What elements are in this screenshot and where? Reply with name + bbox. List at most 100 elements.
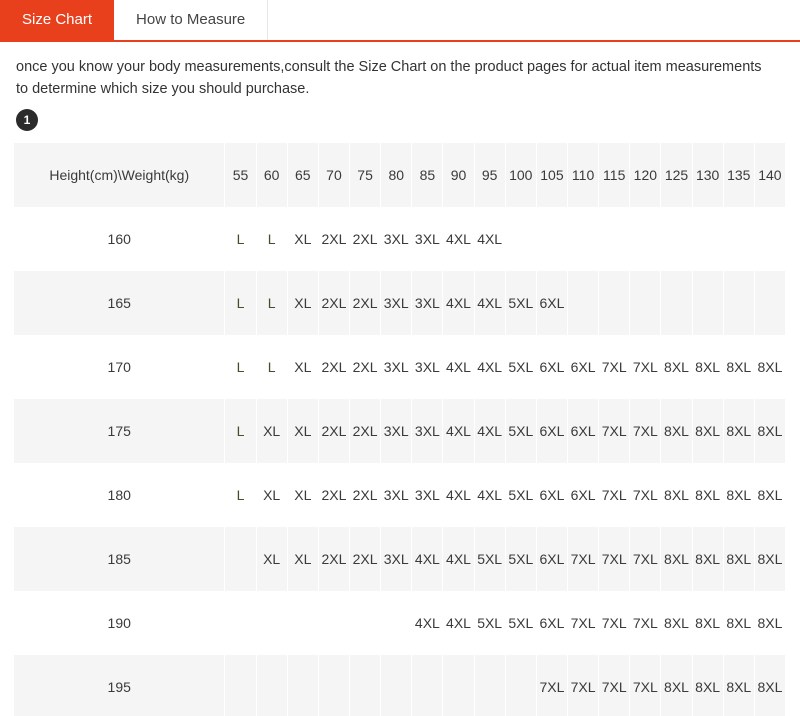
size-cell: L [224,334,257,399]
size-cell: 8XL [692,590,724,655]
size-cell [224,526,257,591]
size-cell: 3XL [380,206,413,271]
size-cell: 2XL [349,398,382,463]
size-cell: 2XL [318,462,351,527]
size-cell: 8XL [660,654,693,716]
size-cell: 5XL [505,526,537,591]
size-table-wrapper: Height(cm)\Weight(kg) 55 60 65 70 75 80 85 90 95… [14,142,787,716]
weight-column-header: 120 [629,142,662,207]
size-cell: 8XL [692,654,724,716]
size-cell [567,270,600,335]
size-cell: 4XL [474,206,506,271]
size-cell: 7XL [598,654,631,716]
height-row-header: 175 [14,398,226,463]
size-cell: 8XL [723,398,755,463]
size-chart-table: Height(cm)\Weight(kg) 55 60 65 70 75 80 85 90 95… [14,142,787,716]
size-cell: 2XL [318,206,351,271]
size-table-body: 160 L L XL 2XL 2XL 3XL 3XL 4XL 4XL 165 L L XL 2XL 2XL 3X… [14,206,787,716]
size-cell: 6XL [536,590,569,655]
size-cell [474,654,506,716]
size-cell: 4XL [442,398,475,463]
size-cell [287,654,319,716]
size-cell: 3XL [411,334,444,399]
size-cell: 6XL [567,334,600,399]
size-cell [442,654,475,716]
size-cell [380,654,413,716]
size-cell: 8XL [723,526,755,591]
size-cell: XL [256,462,288,527]
size-cell: 8XL [754,526,787,591]
weight-column-header: 110 [567,142,600,207]
size-cell: 4XL [442,526,475,591]
size-cell: 2XL [349,334,382,399]
table-row: 170 L L XL 2XL 2XL 3XL 3XL 4XL 4XL 5XL 6XL 6XL 7XL 7XL… [14,334,787,399]
size-cell: 5XL [474,526,506,591]
tab-size-chart[interactable]: Size Chart [0,0,115,40]
table-row: 160 L L XL 2XL 2XL 3XL 3XL 4XL 4XL [14,206,787,271]
size-cell: 4XL [442,206,475,271]
size-cell: 8XL [754,334,787,399]
size-cell: 7XL [629,462,662,527]
size-cell: L [256,270,288,335]
size-cell: 4XL [474,462,506,527]
size-cell: 5XL [505,590,537,655]
size-cell: 5XL [505,462,537,527]
tab-how-to-measure[interactable]: How to Measure [114,0,269,40]
size-table-head: Height(cm)\Weight(kg) 55 60 65 70 75 80 85 90 95… [14,142,787,207]
size-cell: 6XL [536,526,569,591]
size-cell: 6XL [567,462,600,527]
size-cell [629,206,662,271]
size-cell: 7XL [629,526,662,591]
size-cell: XL [287,398,319,463]
size-cell [692,270,724,335]
table-header-row: Height(cm)\Weight(kg) 55 60 65 70 75 80 85 90 95… [14,142,787,207]
weight-column-header: 115 [598,142,631,207]
weight-column-header: 85 [411,142,444,207]
size-cell: 5XL [474,590,506,655]
weight-column-header: 130 [692,142,724,207]
size-cell: XL [287,334,319,399]
size-cell [411,654,444,716]
weight-column-header: 95 [474,142,506,207]
intro-section: once you know your body measurements,con… [0,42,800,131]
corner-header: Height(cm)\Weight(kg) [14,142,226,207]
size-cell [629,270,662,335]
size-cell: 8XL [660,590,693,655]
size-cell: 7XL [598,398,631,463]
table-row: 190 4XL 4XL 5XL 5XL 6XL 7XL 7XL 7XL 8XL 8XL 8XL 8XL [14,590,787,655]
size-cell: 7XL [598,590,631,655]
weight-column-header: 105 [536,142,569,207]
size-cell: 8XL [660,526,693,591]
size-cell: 7XL [567,590,600,655]
weight-column-header: 70 [318,142,351,207]
size-cell: 4XL [411,526,444,591]
weight-column-header: 125 [660,142,693,207]
size-cell: L [224,206,257,271]
size-cell [256,590,288,655]
size-cell: 2XL [318,270,351,335]
size-cell: 7XL [598,462,631,527]
size-cell: 7XL [629,654,662,716]
size-cell: XL [287,206,319,271]
size-cell: 3XL [411,206,444,271]
size-cell: L [224,462,257,527]
size-cell: 6XL [567,398,600,463]
step-badge-1: 1 [16,108,38,131]
size-cell [660,206,693,271]
height-row-header: 170 [14,334,226,399]
size-cell: 2XL [318,334,351,399]
size-cell [349,590,382,655]
size-cell [754,206,787,271]
tab-strip: Size Chart How to Measure [0,0,800,42]
size-cell: 8XL [660,334,693,399]
size-cell: 2XL [318,398,351,463]
size-cell: 6XL [536,334,569,399]
size-cell: 3XL [380,526,413,591]
size-cell: L [256,206,288,271]
size-cell: 4XL [474,334,506,399]
size-cell: L [256,334,288,399]
weight-column-header: 80 [380,142,413,207]
size-cell: 4XL [474,398,506,463]
table-row: 180 L XL XL 2XL 2XL 3XL 3XL 4XL 4XL 5XL 6XL 6XL 7XL 7X… [14,462,787,527]
size-cell: 6XL [536,270,569,335]
